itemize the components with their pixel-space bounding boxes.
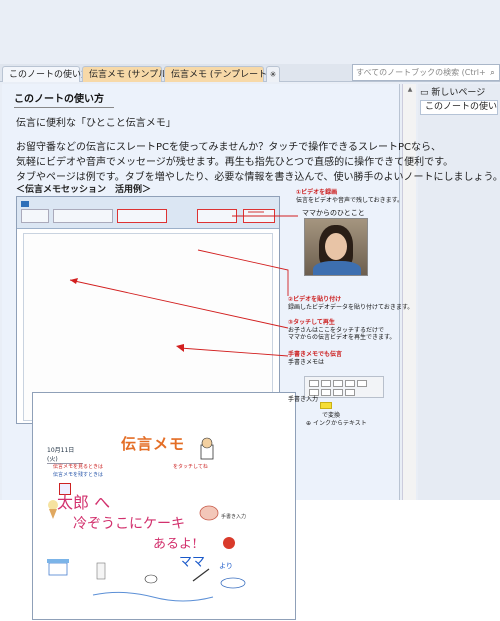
callout-line-3: [69, 279, 289, 329]
shoe-icon: [220, 577, 246, 589]
spray-icon: [96, 562, 106, 580]
apple-icon: [223, 537, 235, 549]
cake-icon: [199, 505, 219, 521]
arrow-head-icon: [70, 278, 78, 284]
pencil-icon: [192, 568, 210, 582]
arrow-head-icon: [176, 344, 184, 352]
shop-icon: [47, 559, 69, 576]
callout-line-4: [179, 347, 289, 357]
onenote-window: このノートの使い方 伝言メモ (サンプル) 伝言メモ (テンプレート) ✳ すべ…: [0, 0, 500, 620]
callout-lines: [69, 211, 298, 357]
bird-icon: [144, 574, 158, 584]
ribbon-deco: [92, 591, 214, 602]
callout-line-2: [197, 249, 289, 296]
icecream-icon: [48, 500, 58, 519]
